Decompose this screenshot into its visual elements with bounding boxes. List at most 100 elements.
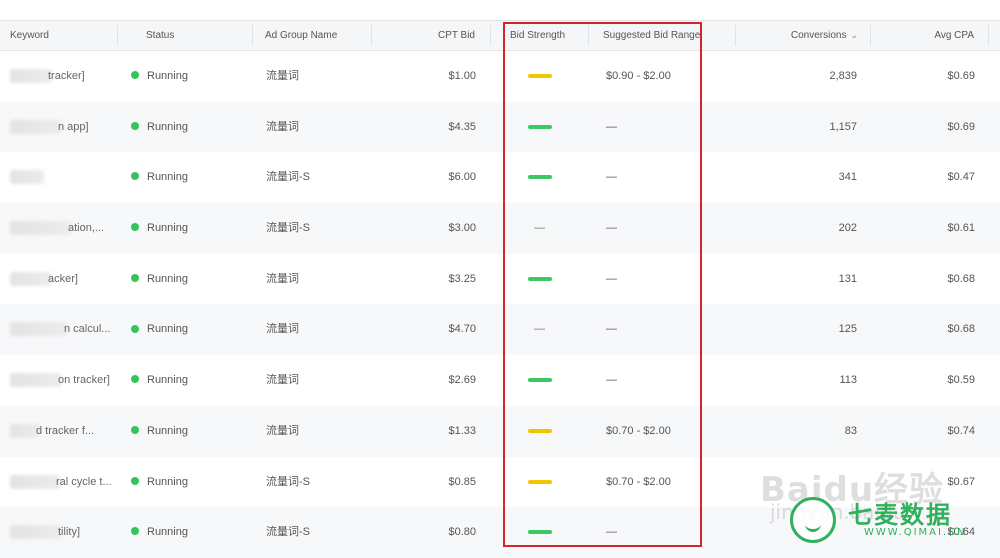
status-label: Running: [147, 171, 188, 184]
col-status-header[interactable]: Status: [146, 21, 174, 50]
suggested-bid-range-cell: —: [606, 374, 617, 387]
col-keyword-header[interactable]: Keyword: [10, 21, 49, 50]
bid-strength-indicator: [528, 479, 552, 484]
bid-strength-indicator: [528, 124, 552, 129]
col-conversions-header[interactable]: Conversions ⌄: [740, 21, 858, 50]
sort-chevron-down-icon[interactable]: ⌄: [850, 21, 858, 50]
suggested-bid-range-cell: —: [606, 323, 617, 336]
avg-cpa-cell: $0.68: [947, 323, 975, 336]
avg-cpa-cell: $0.69: [947, 70, 975, 82]
keyword-cell[interactable]: d tracker f...: [36, 406, 94, 457]
ad-group-cell[interactable]: 流量词: [266, 51, 299, 102]
cpt-bid-cell[interactable]: $6.00: [380, 152, 476, 203]
column-divider[interactable]: [588, 25, 589, 46]
suggested-bid-range-cell: $0.70 - $2.00: [606, 424, 671, 437]
qimai-brand-watermark: 七麦数据: [848, 501, 952, 529]
col-cpt-bid-header[interactable]: CPT Bid: [380, 21, 475, 50]
column-divider[interactable]: [252, 25, 253, 46]
suggested-bid-range-cell: $0.90 - $2.00: [606, 70, 671, 82]
conversions-cell: 1,157: [829, 120, 857, 133]
suggested-bid-range-cell: —: [606, 272, 617, 285]
column-divider[interactable]: [988, 25, 989, 46]
ad-group-cell[interactable]: 流量词: [266, 406, 299, 457]
cpt-bid-cell[interactable]: $1.00: [380, 51, 476, 102]
running-status-dot-icon: [131, 273, 139, 282]
table-row[interactable]: n calcul... Running 流量词 $4.70 — — 125 $0.68: [0, 304, 1000, 356]
status-label: Running: [147, 323, 188, 336]
cpt-bid-cell[interactable]: $1.33: [380, 406, 476, 457]
ad-group-cell[interactable]: 流量词-S: [266, 203, 310, 254]
avg-cpa-cell: $0.61: [947, 222, 975, 235]
ad-group-cell[interactable]: 流量词: [266, 355, 299, 406]
cpt-bid-cell[interactable]: $4.35: [380, 102, 476, 153]
column-divider[interactable]: [870, 25, 871, 46]
conversions-cell: 202: [838, 222, 857, 235]
column-divider[interactable]: [490, 25, 491, 46]
running-status-dot-icon: [131, 223, 139, 232]
running-status-dot-icon: [131, 324, 139, 333]
column-divider[interactable]: [371, 25, 372, 46]
keyword-cell[interactable]: tracker]: [48, 51, 85, 102]
conversions-cell: 131: [838, 272, 857, 285]
redacted-keyword-blur: [10, 322, 68, 337]
col-suggested-bid-header[interactable]: Suggested Bid Range: [603, 21, 700, 50]
keyword-cell[interactable]: on tracker]: [58, 355, 110, 406]
keyword-cell[interactable]: ral cycle t...: [56, 457, 112, 508]
col-ad-group-header[interactable]: Ad Group Name: [265, 21, 337, 50]
table-row[interactable]: d tracker f... Running 流量词 $1.33 $0.70 - $2.…: [0, 405, 1000, 457]
table-row[interactable]: ation,... Running 流量词-S $3.00 — — 202 $0.61: [0, 203, 1000, 254]
running-status-dot-icon: [131, 527, 139, 536]
status-cell: Running: [131, 355, 188, 406]
table-row[interactable]: tracker] Running 流量词 $1.00 $0.90 - $2.00 2,83…: [0, 51, 1000, 102]
column-divider[interactable]: [735, 25, 736, 46]
table-row[interactable]: acker] Running 流量词 $3.25 — 131 $0.68: [0, 254, 1000, 305]
bid-strength-indicator: [528, 74, 552, 78]
bid-strength-indicator: [528, 175, 552, 180]
cpt-bid-cell[interactable]: $4.70: [380, 304, 476, 355]
keyword-cell[interactable]: tility]: [58, 507, 80, 558]
keyword-cell[interactable]: ation,...: [68, 203, 104, 254]
col-bid-strength-header[interactable]: Bid Strength: [510, 21, 565, 50]
cpt-bid-cell[interactable]: $0.85: [380, 457, 476, 508]
status-cell: Running: [131, 102, 188, 153]
redacted-keyword-blur: [10, 69, 52, 83]
table-row[interactable]: n app] Running 流量词 $4.35 — 1,157 $0.69: [0, 101, 1000, 153]
status-cell: Running: [131, 152, 188, 203]
ad-group-cell[interactable]: 流量词: [266, 102, 299, 153]
suggested-bid-range-cell: $0.70 - $2.00: [606, 475, 671, 488]
cpt-bid-cell[interactable]: $2.69: [380, 355, 476, 406]
bid-strength-indicator: [528, 530, 552, 535]
cpt-bid-cell[interactable]: $3.00: [380, 203, 476, 254]
bid-strength-indicator: [528, 428, 552, 433]
col-conversions-label: Conversions: [790, 30, 847, 41]
cpt-bid-cell[interactable]: $3.25: [380, 254, 476, 305]
ad-group-cell[interactable]: 流量词: [266, 304, 299, 355]
status-cell: Running: [131, 507, 188, 558]
ad-group-cell[interactable]: 流量词-S: [266, 152, 310, 203]
keyword-cell[interactable]: n calcul...: [64, 304, 110, 355]
redacted-keyword-blur: [10, 221, 72, 236]
column-divider[interactable]: [117, 25, 118, 46]
status-cell: Running: [131, 203, 188, 254]
keyword-cell[interactable]: n app]: [58, 102, 89, 153]
status-cell: Running: [131, 254, 188, 305]
status-cell: Running: [131, 457, 188, 508]
suggested-bid-range-cell: —: [606, 526, 617, 539]
keyword-cell[interactable]: acker]: [48, 254, 78, 305]
table-row[interactable]: Running 流量词-S $6.00 — 341 $0.47: [0, 152, 1000, 203]
status-label: Running: [147, 526, 188, 539]
conversions-cell: 2,839: [829, 70, 857, 82]
running-status-dot-icon: [131, 425, 139, 434]
status-label: Running: [147, 272, 188, 285]
bid-strength-empty: —: [534, 222, 545, 235]
bid-strength-indicator: [528, 378, 552, 383]
ad-group-cell[interactable]: 流量词-S: [266, 457, 310, 508]
cpt-bid-cell[interactable]: $0.80: [380, 507, 476, 558]
conversions-cell: 113: [839, 374, 857, 387]
redacted-keyword-blur: [10, 170, 44, 185]
table-row[interactable]: on tracker] Running 流量词 $2.69 — 113 $0.59: [0, 355, 1000, 406]
ad-group-cell[interactable]: 流量词-S: [266, 507, 310, 558]
col-avg-cpa-header[interactable]: Avg CPA: [880, 21, 974, 50]
ad-group-cell[interactable]: 流量词: [266, 254, 299, 305]
status-label: Running: [147, 222, 188, 235]
